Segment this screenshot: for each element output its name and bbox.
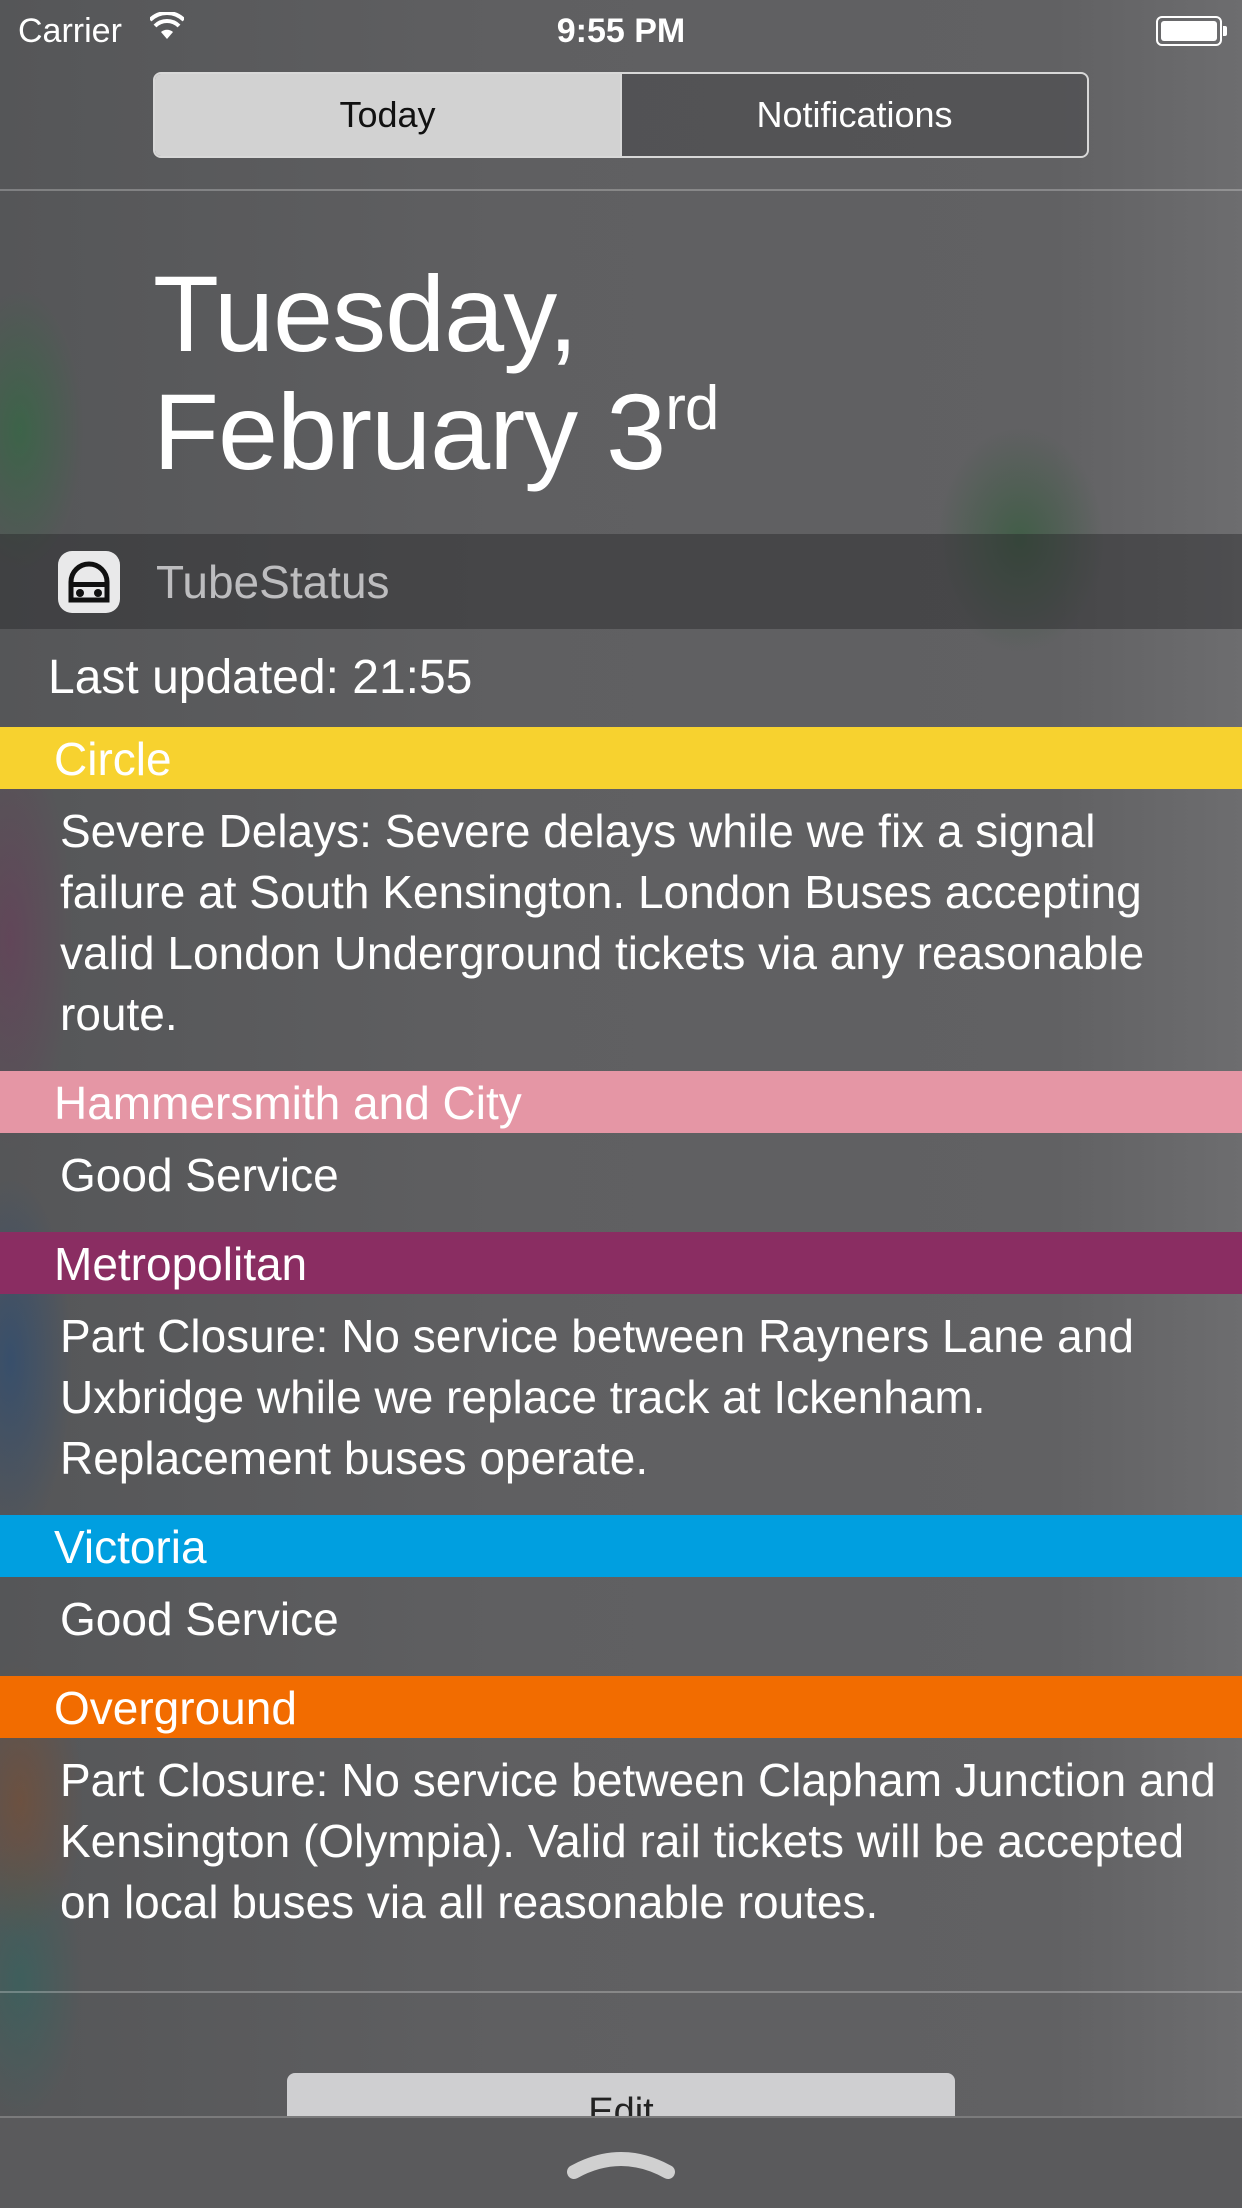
- line-item-hammersmith-and-city[interactable]: Hammersmith and City Good Service: [0, 1071, 1242, 1232]
- line-status-text: Part Closure: No service between Rayners…: [60, 1310, 1134, 1484]
- status-bar: Carrier 9:55 PM: [0, 0, 1242, 60]
- date-ordinal-suffix: rd: [665, 374, 719, 443]
- tube-train-icon: [58, 550, 120, 613]
- line-name-header: Victoria: [0, 1515, 1242, 1577]
- line-item-victoria[interactable]: Victoria Good Service: [0, 1515, 1242, 1676]
- line-name-header: Circle: [0, 727, 1242, 789]
- line-item-overground[interactable]: Overground Part Closure: No service betw…: [0, 1676, 1242, 1959]
- line-item-circle[interactable]: Circle Severe Delays: Severe delays whil…: [0, 727, 1242, 1071]
- line-status-text: Good Service: [60, 1149, 339, 1201]
- line-item-metropolitan[interactable]: Metropolitan Part Closure: No service be…: [0, 1232, 1242, 1515]
- battery-icon: [1156, 16, 1227, 46]
- widget-bottom-divider: [0, 1991, 1242, 1993]
- widget-app-name: TubeStatus: [156, 555, 390, 608]
- last-updated-label: Last updated: 21:55: [48, 651, 473, 704]
- line-name-header: Metropolitan: [0, 1232, 1242, 1294]
- date-heading: Tuesday, February 3rd: [153, 253, 719, 492]
- battery-level: [1161, 21, 1217, 41]
- bottom-bar: [0, 2116, 1242, 2208]
- widget-header[interactable]: TubeStatus: [0, 534, 1242, 629]
- line-status-text: Severe Delays: Severe delays while we fi…: [60, 805, 1145, 1040]
- tab-notifications[interactable]: Notifications: [620, 74, 1087, 156]
- date-month-day-text: February 3: [153, 371, 666, 492]
- today-notifications-segmented-control: Today Notifications: [153, 72, 1089, 158]
- chevron-up-grabber-icon[interactable]: [566, 2142, 676, 2182]
- tab-today[interactable]: Today: [155, 74, 620, 156]
- header-divider: [0, 189, 1242, 191]
- clock-time: 9:55 PM: [556, 12, 686, 50]
- line-name-header: Hammersmith and City: [0, 1071, 1242, 1133]
- line-name-header: Overground: [0, 1676, 1242, 1738]
- line-status-text: Part Closure: No service between Clapham…: [60, 1754, 1216, 1928]
- date-month-day: February 3rd: [153, 371, 719, 492]
- date-weekday: Tuesday,: [153, 253, 578, 374]
- line-status-text: Good Service: [60, 1593, 339, 1645]
- tube-line-list: Circle Severe Delays: Severe delays whil…: [0, 727, 1242, 1959]
